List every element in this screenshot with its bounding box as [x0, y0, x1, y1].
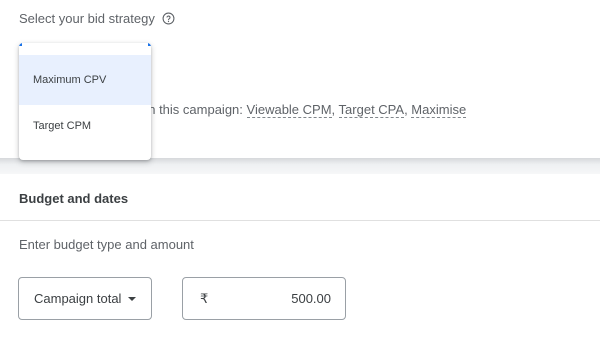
currency-symbol: ₹ [200, 290, 209, 306]
menu-focus-corner-left [19, 43, 22, 46]
budget-type-value: Campaign total [34, 291, 122, 306]
bid-strategy-label: Select your bid strategy [19, 11, 175, 26]
bid-strategy-label-text: Select your bid strategy [19, 11, 155, 26]
strategy-separator: , [331, 102, 339, 117]
arrow-drop-down-icon [128, 296, 137, 301]
budget-hint-text: Enter budget type and amount [19, 237, 194, 252]
budget-header-rule [0, 220, 600, 221]
menu-item-maximum-cpv[interactable]: Maximum CPV [19, 55, 151, 105]
strategy-link-target-cpa[interactable]: Target CPA [338, 102, 405, 118]
strategy-link-viewable-cpm[interactable]: Viewable CPM [246, 102, 332, 118]
menu-focus-corner-right [148, 43, 151, 46]
budget-type-select[interactable]: Campaign total [18, 277, 152, 320]
budget-section-title: Budget and dates [19, 191, 129, 206]
menu-item-label: Target CPM [33, 120, 92, 132]
strategy-link-maximise[interactable]: Maximise [411, 102, 467, 118]
menu-item-target-cpm[interactable]: Target CPM [19, 101, 151, 151]
budget-amount-field[interactable]: ₹ [182, 277, 346, 320]
bid-strategy-dropdown-menu: Maximum CPV Target CPM [19, 43, 151, 160]
help-circle-icon[interactable] [162, 12, 175, 25]
section-divider [0, 158, 600, 174]
budget-amount-input[interactable] [216, 291, 331, 306]
menu-item-label: Maximum CPV [33, 74, 107, 86]
campaign-settings-page: Select your bid strategy egies aren't av… [0, 0, 600, 343]
